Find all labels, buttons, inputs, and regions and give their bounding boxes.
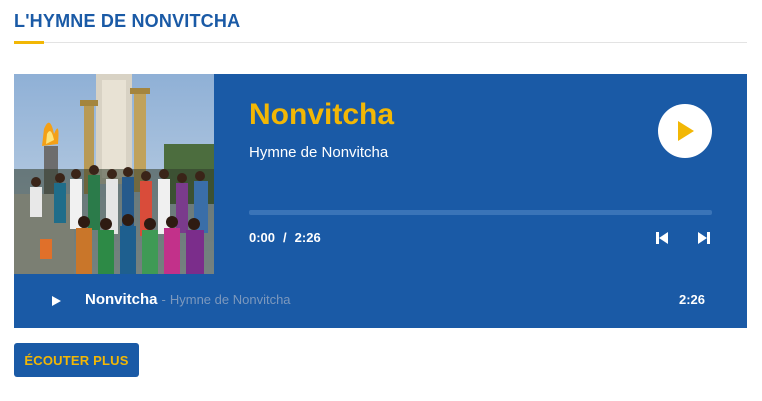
skip-next-icon[interactable] (696, 230, 712, 246)
time-separator: / (283, 230, 287, 245)
time-display: 0:00 / 2:26 (249, 230, 321, 245)
playlist-item-title: Nonvitcha (85, 291, 158, 308)
total-duration: 2:26 (294, 230, 321, 245)
current-time: 0:00 (249, 230, 276, 245)
play-icon (678, 121, 694, 141)
track-title: Nonvitcha (249, 98, 395, 131)
playlist-item-duration: 2:26 (679, 292, 706, 307)
album-cover-image (14, 74, 214, 274)
title-accent-bar (14, 41, 44, 44)
playlist-item[interactable]: Nonvitcha - Hymne de Nonvitcha 2:26 (14, 274, 747, 328)
playlist-item-separator: - (161, 292, 166, 307)
progress-bar[interactable] (249, 210, 712, 215)
audio-player: Nonvitcha Hymne de Nonvitcha 0:00 / 2:26 N… (14, 74, 747, 328)
skip-previous-icon[interactable] (654, 230, 670, 246)
section-title: L'HYMNE DE NONVITCHA (14, 11, 241, 31)
track-artist: Hymne de Nonvitcha (249, 144, 389, 161)
playlist-item-artist: Hymne de Nonvitcha (169, 292, 291, 307)
play-button[interactable] (658, 104, 712, 158)
title-divider (14, 42, 747, 43)
play-icon[interactable] (50, 295, 62, 307)
listen-more-button[interactable]: ÉCOUTER PLUS (14, 343, 139, 377)
